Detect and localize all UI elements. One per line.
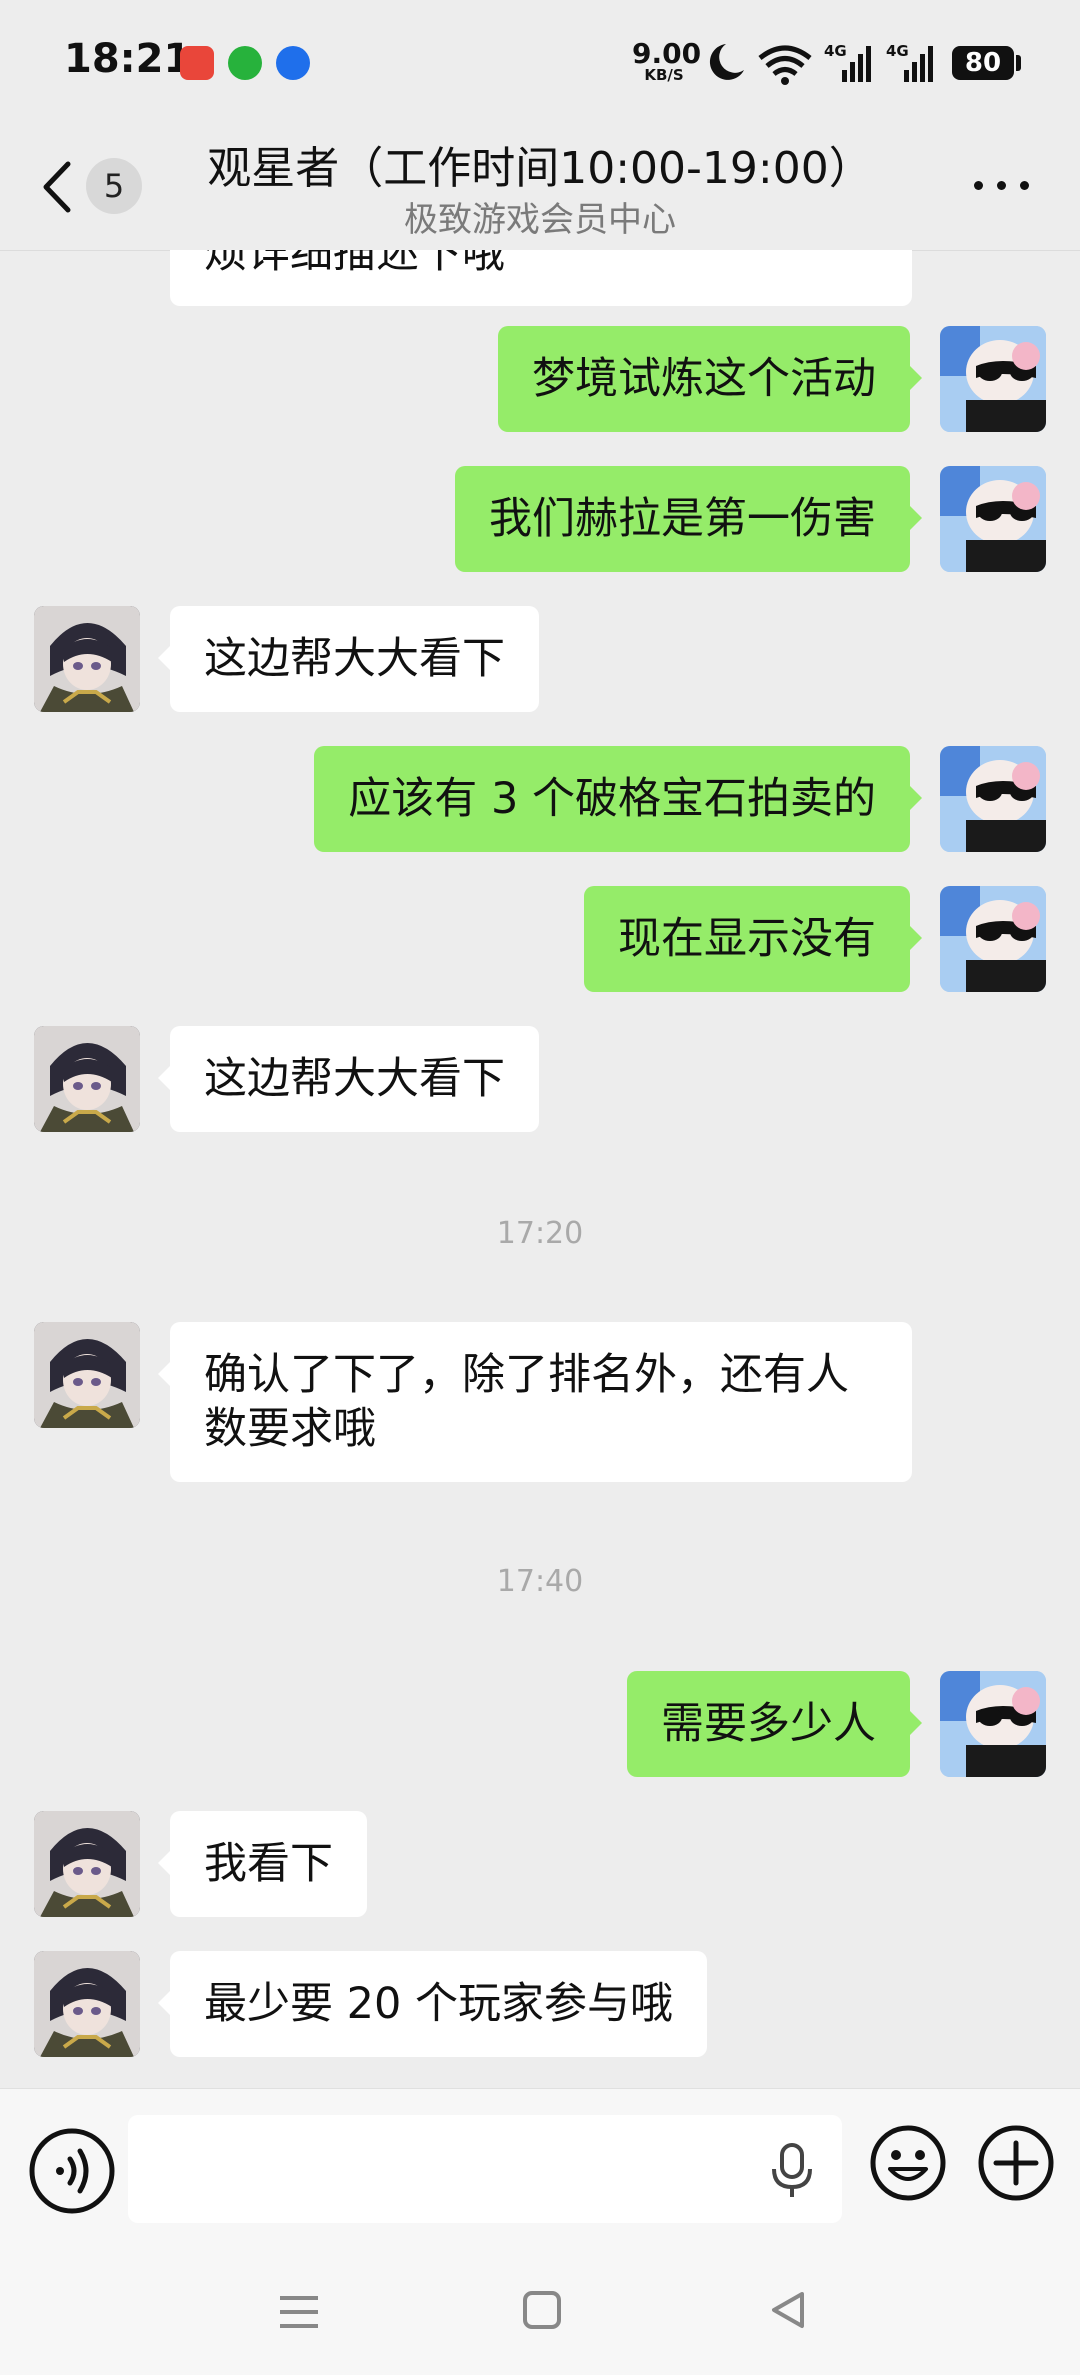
battery-icon <box>1016 55 1021 71</box>
notification-app-icon <box>180 46 214 80</box>
wifi-icon <box>758 45 812 85</box>
user-avatar[interactable] <box>940 466 1046 572</box>
voice-mode-icon[interactable] <box>26 2125 118 2217</box>
input-bar <box>0 2088 1080 2251</box>
message-input[interactable] <box>128 2115 842 2223</box>
network-speed-value: 9.00 <box>632 37 702 70</box>
message-timestamp: 17:20 <box>496 1216 584 1251</box>
status-bar: 18:21 9.00 KB/S 4G 4G 80 <box>0 0 1080 120</box>
chat-title: 观星者（工作时间10:00-19:00） <box>207 143 873 194</box>
microphone-icon[interactable] <box>770 2143 814 2199</box>
back-triangle-icon[interactable] <box>768 2290 808 2330</box>
battery-level: 80 <box>952 46 1014 80</box>
message-bubble-agent[interactable]: 我看下 <box>158 1811 367 1917</box>
signal-1-label: 4G <box>824 42 847 60</box>
message-bubble-agent[interactable]: 烦详细描述下哦 <box>170 250 912 306</box>
message-bubble-agent[interactable]: 这边帮大大看下 <box>158 1026 539 1132</box>
user-avatar[interactable] <box>940 746 1046 852</box>
more-horizontal-icon[interactable] <box>972 176 1032 196</box>
message-bubble-agent[interactable]: 这边帮大大看下 <box>158 606 539 712</box>
agent-avatar[interactable] <box>34 1951 140 2057</box>
agent-avatar[interactable] <box>34 1811 140 1917</box>
chat-header: 5 观星者（工作时间10:00-19:00） 极致游戏会员中心 <box>0 120 1080 251</box>
signal-2-label: 4G <box>886 42 909 60</box>
network-speed-unit: KB/S <box>644 66 684 84</box>
emoji-icon[interactable] <box>868 2123 948 2203</box>
signal-icon: 4G <box>824 42 871 82</box>
signal-icon: 4G <box>886 42 933 82</box>
message-bubble-user[interactable]: 我们赫拉是第一伤害 <box>455 466 922 572</box>
message-bubble-user[interactable]: 需要多少人 <box>627 1671 922 1777</box>
home-square-icon[interactable] <box>522 2290 562 2330</box>
user-avatar[interactable] <box>940 886 1046 992</box>
system-nav-bar <box>0 2250 1080 2375</box>
plus-icon[interactable] <box>976 2123 1056 2203</box>
message-bubble-user[interactable]: 梦境试炼这个活动 <box>498 326 922 432</box>
agent-avatar[interactable] <box>34 606 140 712</box>
notification-app-icon <box>276 46 310 80</box>
message-timestamp: 17:40 <box>496 1564 584 1599</box>
moon-icon <box>709 44 744 80</box>
agent-avatar[interactable] <box>34 1322 140 1428</box>
message-bubble-agent[interactable]: 确认了下了，除了排名外，还有人数要求哦 <box>158 1322 912 1482</box>
agent-avatar[interactable] <box>34 1026 140 1132</box>
status-time: 18:21 <box>64 36 192 82</box>
message-bubble-user[interactable]: 现在显示没有 <box>584 886 922 992</box>
message-list[interactable]: 烦详细描述下哦 梦境试炼这个活动 我们赫拉是第一伤害 这边帮大大看下 应该有 3… <box>0 250 1080 2088</box>
status-icons: 4G 4G <box>709 42 933 85</box>
user-avatar[interactable] <box>940 326 1046 432</box>
chevron-left-icon[interactable] <box>38 158 78 216</box>
chat-screen: 18:21 9.00 KB/S 4G 4G 80 5 观星者（工作时间10:00… <box>0 0 1080 2375</box>
network-speed: 9.00 KB/S <box>632 37 702 84</box>
notification-app-icon <box>228 46 262 80</box>
user-avatar[interactable] <box>940 1671 1046 1777</box>
unread-count-badge[interactable]: 5 <box>86 158 142 214</box>
menu-icon[interactable] <box>278 2292 320 2332</box>
message-bubble-agent[interactable]: 最少要 20 个玩家参与哦 <box>157 1951 708 2057</box>
message-bubble-user[interactable]: 应该有 3 个破格宝石拍卖的 <box>314 746 922 852</box>
chat-subtitle: 极致游戏会员中心 <box>404 200 676 240</box>
